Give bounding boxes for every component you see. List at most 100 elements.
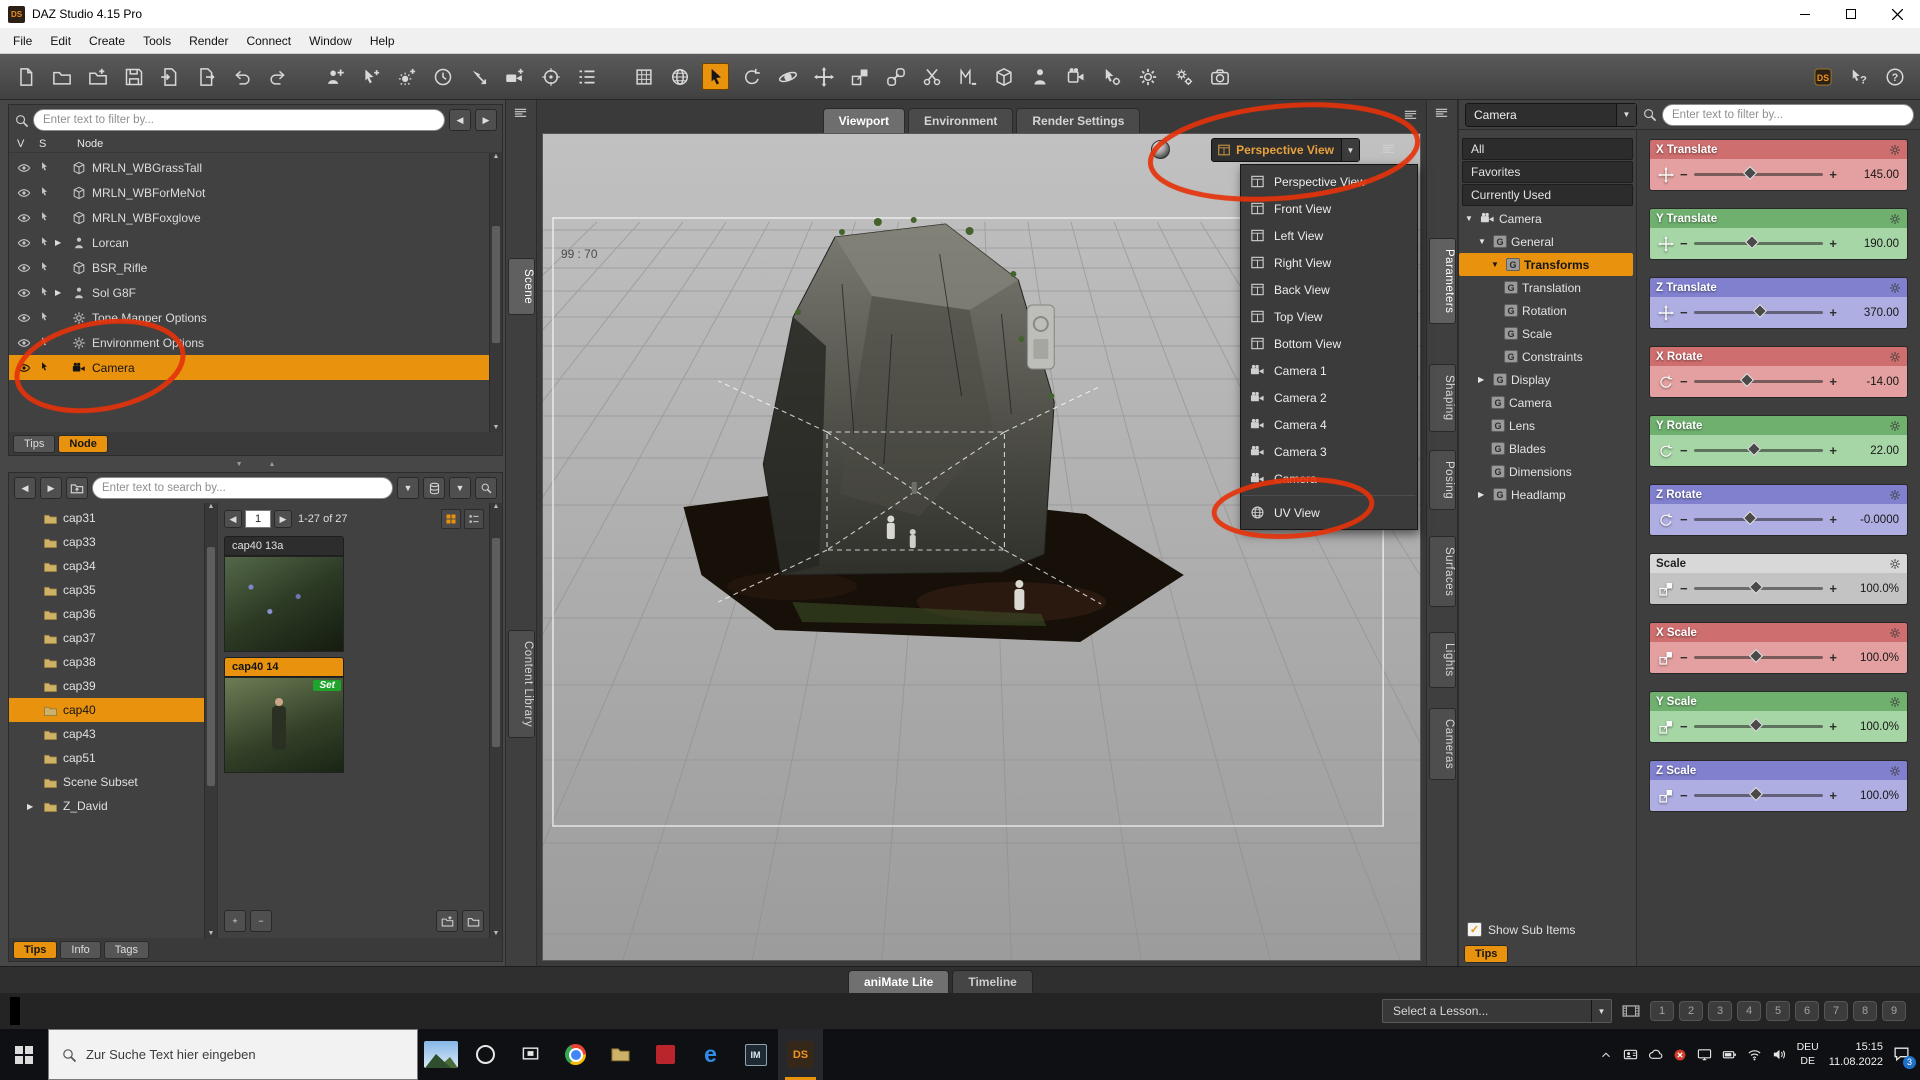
slider-value[interactable]: 100.0% bbox=[1843, 652, 1899, 664]
slider-gear-icon[interactable] bbox=[1889, 696, 1901, 708]
slider-decrement[interactable]: − bbox=[1680, 167, 1688, 182]
folder-cap39[interactable]: cap39 bbox=[9, 674, 217, 698]
rotate-tool-icon[interactable] bbox=[738, 63, 765, 90]
selectable-icon[interactable] bbox=[34, 261, 55, 274]
slider-value[interactable]: 100.0% bbox=[1843, 790, 1899, 802]
menu-file[interactable]: File bbox=[4, 30, 41, 52]
slider-value[interactable]: 100.0% bbox=[1843, 583, 1899, 595]
notification-icon[interactable]: 3 bbox=[1893, 1045, 1910, 1065]
lesson-button-1[interactable]: 1 bbox=[1650, 1001, 1674, 1021]
view-selector-button[interactable]: Perspective View ▼ bbox=[1211, 138, 1360, 162]
scene-node-bsr-rifle[interactable]: BSR_Rifle bbox=[9, 255, 502, 280]
scene-filter-input[interactable]: Enter text to filter by... bbox=[33, 109, 445, 131]
expander-icon[interactable]: ▶ bbox=[1478, 375, 1489, 384]
universal-manipulator-icon[interactable] bbox=[630, 63, 657, 90]
slider-increment[interactable]: + bbox=[1829, 443, 1837, 458]
tray-network-icon[interactable] bbox=[1747, 1047, 1762, 1062]
parameter-group-display[interactable]: ▶GDisplay bbox=[1459, 368, 1636, 391]
slider-value[interactable]: 145.00 bbox=[1843, 169, 1899, 181]
slider-gear-icon[interactable] bbox=[1889, 144, 1901, 156]
create-node-icon[interactable] bbox=[357, 63, 384, 90]
slider-track[interactable] bbox=[1694, 518, 1824, 521]
tray-alert-icon[interactable] bbox=[1673, 1048, 1687, 1062]
create-category-button[interactable] bbox=[436, 910, 458, 932]
content-item-thumbnail[interactable]: Set bbox=[224, 677, 344, 773]
view-menu-item-camera-1[interactable]: Camera 1 bbox=[1241, 357, 1417, 384]
show-sub-items-checkbox[interactable]: ✓ Show Sub Items bbox=[1467, 922, 1628, 937]
tab-tips[interactable]: Tips bbox=[13, 435, 55, 453]
side-tab-parameters[interactable]: Parameters bbox=[1429, 238, 1456, 324]
parameter-group-all[interactable]: All bbox=[1462, 138, 1633, 160]
taskbar-app-cortana-icon[interactable] bbox=[463, 1029, 508, 1080]
side-tab-surfaces[interactable]: Surfaces bbox=[1429, 536, 1456, 607]
slider-value[interactable]: -0.0000 bbox=[1843, 514, 1899, 526]
database-button[interactable] bbox=[423, 477, 445, 499]
taskbar-app-chrome-icon[interactable] bbox=[553, 1029, 598, 1080]
lesson-selector[interactable]: Select a Lesson... ▼ bbox=[1382, 999, 1612, 1023]
chevron-down-icon[interactable]: ▼ bbox=[1341, 139, 1359, 161]
scene-node-camera[interactable]: Camera bbox=[9, 355, 502, 380]
remove-item-button[interactable]: − bbox=[250, 910, 272, 932]
slider-track[interactable] bbox=[1694, 656, 1824, 659]
parameter-group-camera[interactable]: GCamera bbox=[1459, 391, 1636, 414]
selectable-icon[interactable] bbox=[34, 286, 55, 299]
taskbar-app-weather-icon[interactable] bbox=[418, 1029, 463, 1080]
tab-tips[interactable]: Tips bbox=[13, 941, 57, 959]
viewport-pane-options-icon[interactable] bbox=[1403, 108, 1418, 126]
twist-tool-icon[interactable] bbox=[774, 63, 801, 90]
menu-tools[interactable]: Tools bbox=[134, 30, 180, 52]
folder-cap34[interactable]: cap34 bbox=[9, 554, 217, 578]
slider-thumb[interactable] bbox=[1753, 304, 1767, 318]
tray-teams-icon[interactable] bbox=[1623, 1047, 1638, 1062]
merge-content-icon[interactable] bbox=[84, 63, 111, 90]
folder-z-david[interactable]: ▶Z_David bbox=[9, 794, 217, 818]
lesson-button-9[interactable]: 9 bbox=[1882, 1001, 1906, 1021]
slider-decrement[interactable]: − bbox=[1680, 581, 1688, 596]
parameter-group-blades[interactable]: GBlades bbox=[1459, 437, 1636, 460]
grid-view-button[interactable] bbox=[441, 509, 461, 529]
content-item-thumbnail[interactable] bbox=[224, 556, 344, 652]
redo-icon[interactable] bbox=[264, 63, 291, 90]
content-item-cap40-14[interactable]: cap40 14Set bbox=[224, 657, 344, 773]
menu-help[interactable]: Help bbox=[361, 30, 404, 52]
slider-value[interactable]: 22.00 bbox=[1843, 445, 1899, 457]
import-file-icon[interactable] bbox=[156, 63, 183, 90]
content-search-input[interactable]: Enter text to search by... bbox=[92, 477, 393, 499]
selectable-icon[interactable] bbox=[34, 336, 55, 349]
expander-icon[interactable]: ▼ bbox=[1478, 237, 1489, 246]
slider-track[interactable] bbox=[1694, 725, 1824, 728]
parameter-group-currently-used[interactable]: Currently Used bbox=[1462, 184, 1633, 206]
slider-decrement[interactable]: − bbox=[1680, 374, 1688, 389]
folder-cap40[interactable]: cap40 bbox=[9, 698, 217, 722]
minimize-button[interactable] bbox=[1782, 0, 1828, 28]
scene-node-mrln-wbgrasstall[interactable]: MRLN_WBGrassTall bbox=[9, 155, 502, 180]
slider-track[interactable] bbox=[1694, 173, 1824, 176]
film-icon[interactable] bbox=[1622, 1002, 1640, 1020]
folder-up-button[interactable] bbox=[66, 477, 88, 499]
scene-node-mrln-wbfoxglove[interactable]: MRLN_WBFoxglove bbox=[9, 205, 502, 230]
tray-monitor-icon[interactable] bbox=[1697, 1047, 1712, 1062]
scene-node-environment-options[interactable]: Environment Options bbox=[9, 330, 502, 355]
menu-window[interactable]: Window bbox=[300, 30, 361, 52]
slider-gear-icon[interactable] bbox=[1889, 213, 1901, 225]
render-tool-icon[interactable] bbox=[1206, 63, 1233, 90]
figure-setup-tool-icon[interactable] bbox=[1026, 63, 1053, 90]
visibility-eye-icon[interactable] bbox=[13, 161, 34, 175]
render-settings-tool-icon[interactable] bbox=[1170, 63, 1197, 90]
slider-track[interactable] bbox=[1694, 311, 1824, 314]
slider-track[interactable] bbox=[1694, 794, 1824, 797]
scale-tool-icon[interactable] bbox=[846, 63, 873, 90]
slider-gear-icon[interactable] bbox=[1889, 558, 1901, 570]
folder-cap51[interactable]: cap51 bbox=[9, 746, 217, 770]
slider-decrement[interactable]: − bbox=[1680, 443, 1688, 458]
tray-battery-icon[interactable] bbox=[1722, 1047, 1737, 1062]
folder-cap43[interactable]: cap43 bbox=[9, 722, 217, 746]
chevron-down-icon[interactable]: ▼ bbox=[1591, 1000, 1611, 1022]
create-figure-icon[interactable] bbox=[321, 63, 348, 90]
slider-increment[interactable]: + bbox=[1829, 650, 1837, 665]
viewport-options-icon[interactable] bbox=[1381, 142, 1396, 160]
parameter-group-scale[interactable]: GScale bbox=[1459, 322, 1636, 345]
view-menu-item-camera-4[interactable]: Camera 4 bbox=[1241, 411, 1417, 438]
lesson-button-2[interactable]: 2 bbox=[1679, 1001, 1703, 1021]
page-number-field[interactable]: 1 bbox=[245, 510, 271, 528]
